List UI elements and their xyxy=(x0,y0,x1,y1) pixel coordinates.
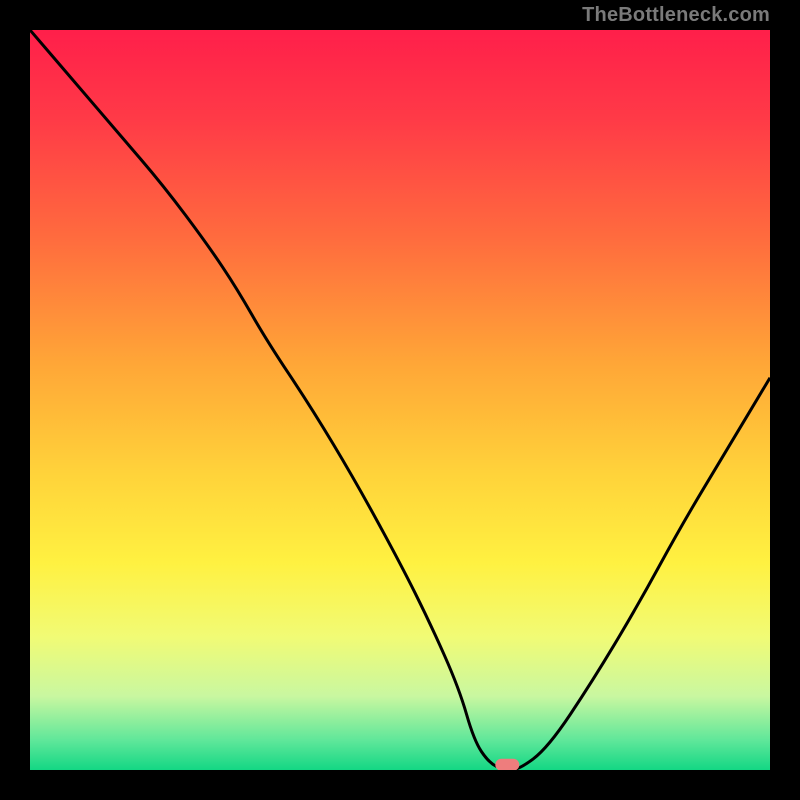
chart-frame: TheBottleneck.com xyxy=(0,0,800,800)
attribution-label: TheBottleneck.com xyxy=(582,4,770,27)
bottleneck-chart xyxy=(30,30,770,770)
plot-area xyxy=(30,30,770,770)
gradient-background xyxy=(30,30,770,770)
optimal-marker xyxy=(495,759,519,770)
